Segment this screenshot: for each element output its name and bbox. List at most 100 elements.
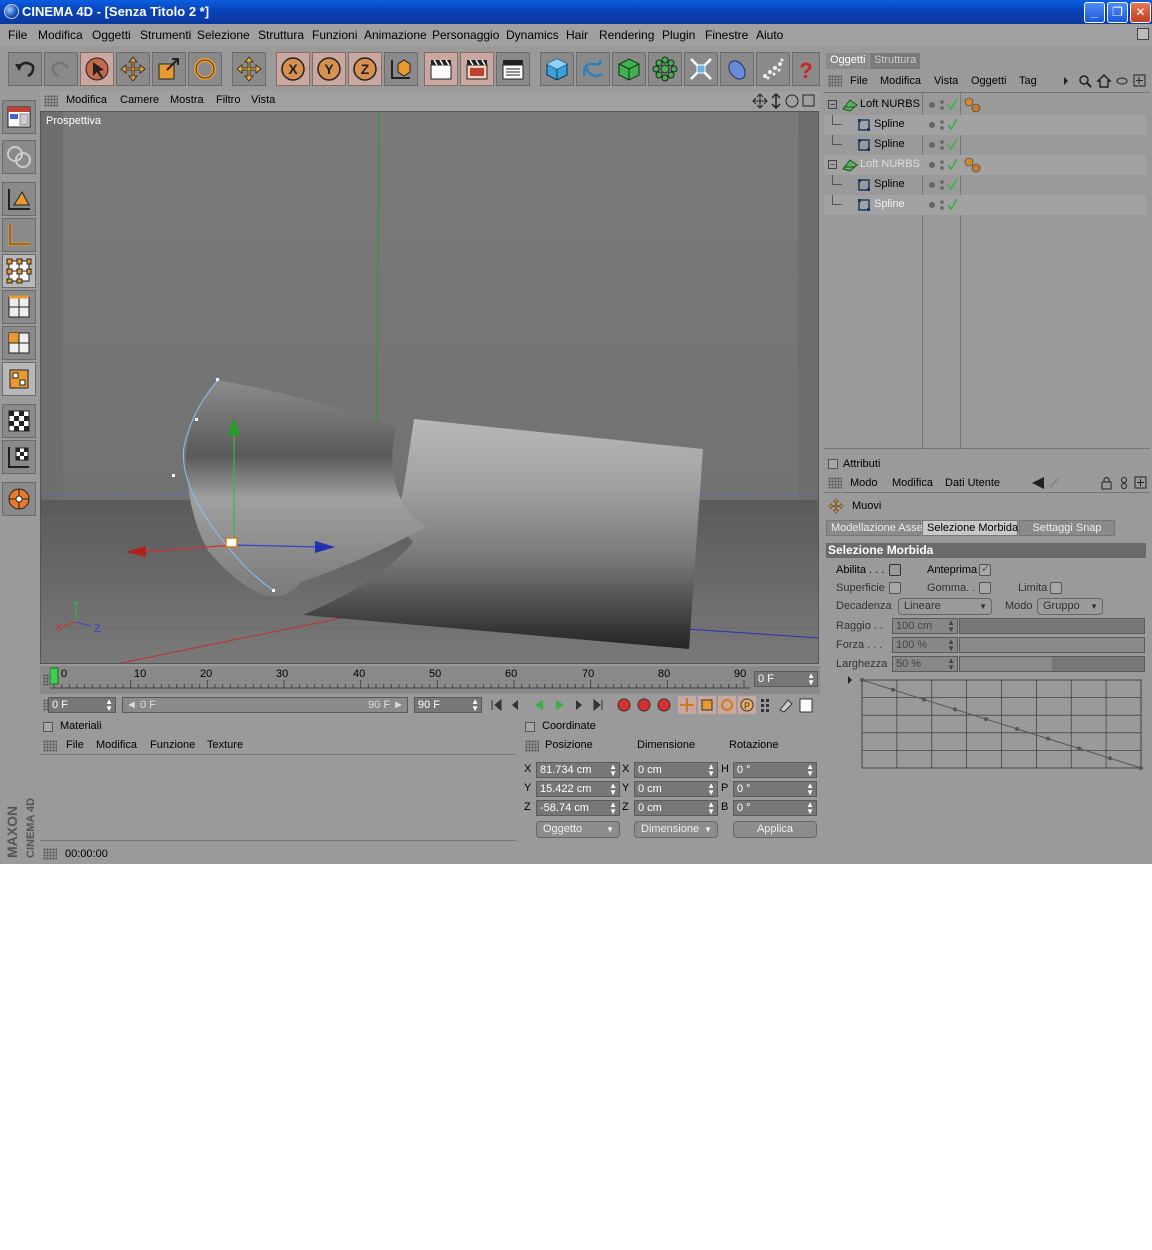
- phong-tag-icon[interactable]: [964, 157, 982, 173]
- viewport-menu-modifica[interactable]: Modifica: [66, 94, 107, 106]
- object-name[interactable]: Spline: [874, 118, 905, 130]
- menu-oggetti[interactable]: Oggetti: [92, 28, 131, 42]
- larghezza-field[interactable]: 50 % ▲ ▼: [892, 656, 958, 672]
- visibility-icon[interactable]: [928, 117, 964, 133]
- visibility-icon[interactable]: [928, 177, 964, 193]
- materials-menu-funzione[interactable]: Funzione: [150, 739, 195, 751]
- rotation-h-field[interactable]: 0 ° ▲ ▼: [733, 762, 817, 778]
- rotation-b-field[interactable]: 0 ° ▲ ▼: [733, 800, 817, 816]
- object-tool-button[interactable]: [2, 182, 36, 216]
- array-button[interactable]: [648, 52, 682, 86]
- dimension-z-field[interactable]: 0 cm ▲ ▼: [634, 800, 718, 816]
- viewport-menu-mostra[interactable]: Mostra: [170, 94, 204, 106]
- attributes-panel-toggle[interactable]: [828, 459, 838, 469]
- range-slider[interactable]: ◄ 0 F 90 F ►: [122, 697, 408, 713]
- render-settings-button[interactable]: [496, 52, 530, 86]
- visibility-icon[interactable]: [928, 97, 964, 113]
- tab-oggetti[interactable]: Oggetti: [826, 53, 870, 69]
- deformer-button[interactable]: [684, 52, 718, 86]
- menu-finestre[interactable]: Finestre: [705, 28, 748, 42]
- position-y-field[interactable]: 15.422 cm ▲ ▼: [536, 781, 620, 797]
- objects-menu-tag[interactable]: Tag: [1019, 75, 1037, 87]
- z-axis-button[interactable]: Z: [348, 52, 382, 86]
- collapse-icon[interactable]: −: [828, 100, 837, 109]
- layout-button[interactable]: [2, 100, 36, 134]
- object-name[interactable]: Loft NURBS: [860, 98, 920, 110]
- forza-field[interactable]: 100 % ▲ ▼: [892, 637, 958, 653]
- object-row[interactable]: − Loft NURBS: [824, 95, 1146, 115]
- objects-menu-file[interactable]: File: [850, 75, 868, 87]
- apply-button[interactable]: Applica: [733, 821, 817, 838]
- tab-modellazione-asse[interactable]: Modellazione Asse: [826, 520, 923, 536]
- superficie-checkbox[interactable]: [889, 582, 901, 594]
- menu-struttura[interactable]: Struttura: [258, 28, 304, 42]
- dimension-y-field[interactable]: 0 cm ▲ ▼: [634, 781, 718, 797]
- raggio-slider[interactable]: [959, 618, 1145, 634]
- object-name[interactable]: Spline: [874, 138, 905, 150]
- rotate-tool-button[interactable]: [188, 52, 222, 86]
- objects-menu-vista[interactable]: Vista: [934, 75, 958, 87]
- attributes-menu-modifica[interactable]: Modifica: [892, 477, 933, 489]
- transport-controls[interactable]: P: [488, 696, 818, 714]
- menu-plugin[interactable]: Plugin: [662, 28, 695, 42]
- start-frame-field[interactable]: 0 F ▲ ▼: [48, 697, 116, 713]
- object-row[interactable]: Spline: [824, 135, 1146, 155]
- current-frame-field[interactable]: 0 F ▲ ▼: [754, 671, 818, 687]
- modo-select[interactable]: Gruppo ▼: [1037, 598, 1103, 615]
- restore-layout-icon[interactable]: [1137, 28, 1149, 40]
- tab-struttura[interactable]: Struttura: [870, 53, 921, 69]
- help-button[interactable]: ?: [792, 52, 820, 86]
- move-axis-button[interactable]: [232, 52, 266, 86]
- position-z-field[interactable]: -58.74 cm ▲ ▼: [536, 800, 620, 816]
- minimize-button[interactable]: _: [1084, 2, 1105, 23]
- visibility-icon[interactable]: [928, 197, 964, 213]
- texture-axis-button[interactable]: [2, 440, 36, 474]
- menu-modifica[interactable]: Modifica: [38, 28, 83, 42]
- coordinates-grip[interactable]: [525, 740, 539, 752]
- scene-button[interactable]: [720, 52, 754, 86]
- falloff-curve-graph[interactable]: [844, 674, 1144, 772]
- scale-tool-button[interactable]: [152, 52, 186, 86]
- menu-personaggio[interactable]: Personaggio: [432, 28, 499, 42]
- abilita-checkbox[interactable]: [889, 564, 901, 576]
- viewport-menu-filtro[interactable]: Filtro: [216, 94, 240, 106]
- gomma-checkbox[interactable]: [979, 582, 991, 594]
- object-row[interactable]: − Loft NURBS: [824, 155, 1146, 175]
- render-view-button[interactable]: [424, 52, 458, 86]
- axis-tool-button[interactable]: [2, 218, 36, 252]
- x-axis-button[interactable]: X: [276, 52, 310, 86]
- menu-file[interactable]: File: [8, 28, 27, 42]
- menu-animazione[interactable]: Animazione: [364, 28, 427, 42]
- materials-menu-modifica[interactable]: Modifica: [96, 739, 137, 751]
- tab-settaggi-snap[interactable]: Settaggi Snap: [1019, 520, 1115, 536]
- forza-slider[interactable]: [959, 637, 1145, 653]
- rotation-p-field[interactable]: 0 ° ▲ ▼: [733, 781, 817, 797]
- attributes-toolbar-icons[interactable]: [1030, 476, 1148, 490]
- cube-primitive-button[interactable]: [540, 52, 574, 86]
- materials-panel-toggle[interactable]: [43, 722, 53, 732]
- end-frame-field[interactable]: 90 F ▲ ▼: [414, 697, 482, 713]
- render-picture-button[interactable]: [460, 52, 494, 86]
- spline-primitive-button[interactable]: [576, 52, 610, 86]
- object-name[interactable]: Spline: [874, 178, 905, 190]
- object-row[interactable]: Spline: [824, 115, 1146, 135]
- texture-mode-button[interactable]: [2, 404, 36, 438]
- model-button[interactable]: [2, 140, 36, 174]
- status-grip[interactable]: [43, 848, 57, 860]
- viewport-menu-camere[interactable]: Camere: [120, 94, 159, 106]
- close-button[interactable]: ✕: [1130, 2, 1151, 23]
- materials-grip[interactable]: [43, 740, 57, 752]
- redo-button[interactable]: [44, 52, 78, 86]
- 3d-viewport[interactable]: Y X Z Prospettiva: [40, 111, 819, 664]
- world-coord-button[interactable]: [384, 52, 418, 86]
- viewport-menu-vista[interactable]: Vista: [251, 94, 275, 106]
- objects-grip[interactable]: [828, 75, 842, 87]
- object-row[interactable]: Spline: [824, 195, 1146, 215]
- visibility-icon[interactable]: [928, 137, 964, 153]
- nurbs-button[interactable]: [612, 52, 646, 86]
- collapse-icon[interactable]: −: [828, 160, 837, 169]
- decadenza-select[interactable]: Lineare ▼: [898, 598, 992, 615]
- viewport-nav-icons[interactable]: [752, 93, 816, 109]
- visibility-icon[interactable]: [928, 157, 964, 173]
- phong-tag-icon[interactable]: [964, 97, 982, 113]
